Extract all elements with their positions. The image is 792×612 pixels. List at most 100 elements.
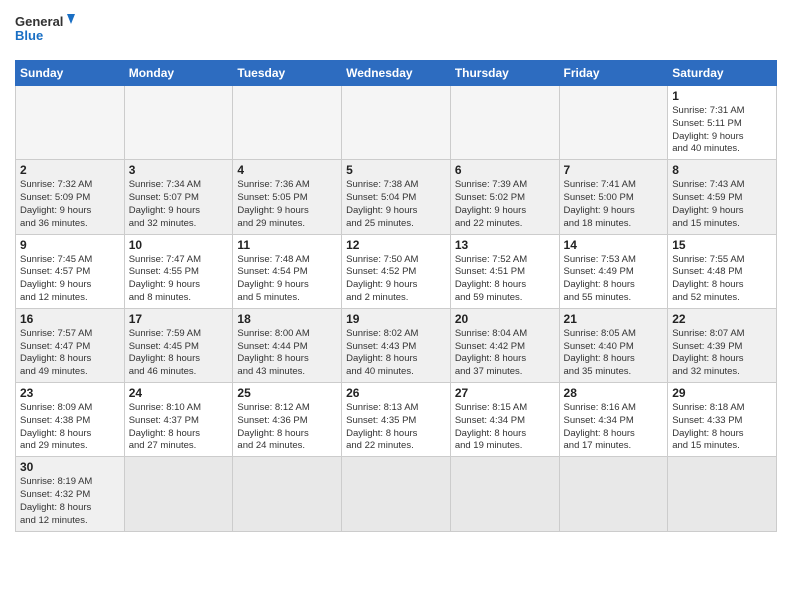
calendar-cell: 28 Sunrise: 8:16 AM Sunset: 4:34 PM Dayli… — [559, 383, 668, 457]
calendar-cell: 22 Sunrise: 8:07 AM Sunset: 4:39 PM Dayli… — [668, 308, 777, 382]
day-info: Sunrise: 8:00 AM Sunset: 4:44 PM Dayligh… — [237, 328, 337, 379]
day-info: Sunrise: 8:13 AM Sunset: 4:35 PM Dayligh… — [346, 402, 446, 453]
week-row-2: 2 Sunrise: 7:32 AM Sunset: 5:09 PM Daylig… — [16, 160, 777, 234]
day-info: Sunrise: 8:12 AM Sunset: 4:36 PM Dayligh… — [237, 402, 337, 453]
day-info: Sunrise: 8:02 AM Sunset: 4:43 PM Dayligh… — [346, 328, 446, 379]
calendar-cell: 2 Sunrise: 7:32 AM Sunset: 5:09 PM Daylig… — [16, 160, 125, 234]
calendar-cell — [450, 86, 559, 160]
calendar-cell: 10Sunrise: 7:47 AM Sunset: 4:55 PM Dayli… — [124, 234, 233, 308]
day-info: Sunrise: 8:18 AM Sunset: 4:33 PM Dayligh… — [672, 402, 772, 453]
page: General Blue SundayMondayTuesdayWednesda… — [0, 0, 792, 612]
day-info: Sunrise: 7:47 AM Sunset: 4:55 PM Dayligh… — [129, 254, 229, 305]
svg-text:General: General — [15, 14, 63, 29]
calendar-cell: 8Sunrise: 7:43 AM Sunset: 4:59 PM Daylig… — [668, 160, 777, 234]
calendar-cell — [559, 457, 668, 531]
day-number: 24 — [129, 386, 229, 400]
day-info: Sunrise: 8:07 AM Sunset: 4:39 PM Dayligh… — [672, 328, 772, 379]
logo-svg: General Blue — [15, 10, 75, 52]
day-info: Sunrise: 7:48 AM Sunset: 4:54 PM Dayligh… — [237, 254, 337, 305]
day-number: 25 — [237, 386, 337, 400]
calendar-cell: 17 Sunrise: 7:59 AM Sunset: 4:45 PM Dayli… — [124, 308, 233, 382]
day-number: 17 — [129, 312, 229, 326]
day-number: 14 — [564, 238, 664, 252]
day-info: Sunrise: 7:55 AM Sunset: 4:48 PM Dayligh… — [672, 254, 772, 305]
day-number: 4 — [237, 163, 337, 177]
week-row-5: 23 Sunrise: 8:09 AM Sunset: 4:38 PM Dayli… — [16, 383, 777, 457]
day-info: Sunrise: 8:19 AM Sunset: 4:32 PM Dayligh… — [20, 476, 120, 527]
calendar-cell: 29Sunrise: 8:18 AM Sunset: 4:33 PM Dayli… — [668, 383, 777, 457]
calendar-cell: 25 Sunrise: 8:12 AM Sunset: 4:36 PM Dayli… — [233, 383, 342, 457]
day-number: 7 — [564, 163, 664, 177]
week-row-1: 1 Sunrise: 7:31 AM Sunset: 5:11 PM Daylig… — [16, 86, 777, 160]
calendar-cell — [450, 457, 559, 531]
day-number: 16 — [20, 312, 120, 326]
calendar-cell: 30 Sunrise: 8:19 AM Sunset: 4:32 PM Dayli… — [16, 457, 125, 531]
calendar-cell — [124, 86, 233, 160]
calendar-cell: 21 Sunrise: 8:05 AM Sunset: 4:40 PM Dayli… — [559, 308, 668, 382]
weekday-header-friday: Friday — [559, 61, 668, 86]
day-info: Sunrise: 7:36 AM Sunset: 5:05 PM Dayligh… — [237, 179, 337, 230]
weekday-header-monday: Monday — [124, 61, 233, 86]
day-info: Sunrise: 8:04 AM Sunset: 4:42 PM Dayligh… — [455, 328, 555, 379]
day-info: Sunrise: 8:16 AM Sunset: 4:34 PM Dayligh… — [564, 402, 664, 453]
day-info: Sunrise: 8:09 AM Sunset: 4:38 PM Dayligh… — [20, 402, 120, 453]
calendar-cell: 9 Sunrise: 7:45 AM Sunset: 4:57 PM Daylig… — [16, 234, 125, 308]
day-number: 9 — [20, 238, 120, 252]
day-number: 21 — [564, 312, 664, 326]
calendar-cell — [233, 457, 342, 531]
calendar-cell: 27Sunrise: 8:15 AM Sunset: 4:34 PM Dayli… — [450, 383, 559, 457]
calendar-cell: 3 Sunrise: 7:34 AM Sunset: 5:07 PM Daylig… — [124, 160, 233, 234]
day-number: 28 — [564, 386, 664, 400]
day-info: Sunrise: 7:53 AM Sunset: 4:49 PM Dayligh… — [564, 254, 664, 305]
day-number: 20 — [455, 312, 555, 326]
calendar-cell: 16 Sunrise: 7:57 AM Sunset: 4:47 PM Dayli… — [16, 308, 125, 382]
calendar-cell: 24Sunrise: 8:10 AM Sunset: 4:37 PM Dayli… — [124, 383, 233, 457]
day-number: 11 — [237, 238, 337, 252]
logo: General Blue — [15, 10, 75, 52]
calendar-cell: 14 Sunrise: 7:53 AM Sunset: 4:49 PM Dayli… — [559, 234, 668, 308]
day-number: 1 — [672, 89, 772, 103]
day-info: Sunrise: 7:31 AM Sunset: 5:11 PM Dayligh… — [672, 105, 772, 156]
calendar-cell: 6Sunrise: 7:39 AM Sunset: 5:02 PM Daylig… — [450, 160, 559, 234]
day-info: Sunrise: 7:59 AM Sunset: 4:45 PM Dayligh… — [129, 328, 229, 379]
day-number: 8 — [672, 163, 772, 177]
calendar-cell: 12Sunrise: 7:50 AM Sunset: 4:52 PM Dayli… — [342, 234, 451, 308]
calendar-cell: 1 Sunrise: 7:31 AM Sunset: 5:11 PM Daylig… — [668, 86, 777, 160]
calendar-cell — [233, 86, 342, 160]
svg-text:Blue: Blue — [15, 28, 43, 43]
day-number: 30 — [20, 460, 120, 474]
day-info: Sunrise: 7:34 AM Sunset: 5:07 PM Dayligh… — [129, 179, 229, 230]
calendar-cell — [668, 457, 777, 531]
day-number: 3 — [129, 163, 229, 177]
calendar-cell — [342, 86, 451, 160]
day-info: Sunrise: 7:45 AM Sunset: 4:57 PM Dayligh… — [20, 254, 120, 305]
calendar-cell: 13Sunrise: 7:52 AM Sunset: 4:51 PM Dayli… — [450, 234, 559, 308]
day-info: Sunrise: 7:50 AM Sunset: 4:52 PM Dayligh… — [346, 254, 446, 305]
calendar-cell: 11 Sunrise: 7:48 AM Sunset: 4:54 PM Dayli… — [233, 234, 342, 308]
weekday-header-thursday: Thursday — [450, 61, 559, 86]
day-number: 2 — [20, 163, 120, 177]
calendar-cell — [16, 86, 125, 160]
day-info: Sunrise: 8:05 AM Sunset: 4:40 PM Dayligh… — [564, 328, 664, 379]
day-info: Sunrise: 7:32 AM Sunset: 5:09 PM Dayligh… — [20, 179, 120, 230]
calendar-cell: 18Sunrise: 8:00 AM Sunset: 4:44 PM Dayli… — [233, 308, 342, 382]
calendar-cell: 23 Sunrise: 8:09 AM Sunset: 4:38 PM Dayli… — [16, 383, 125, 457]
calendar-cell — [124, 457, 233, 531]
calendar-cell: 15Sunrise: 7:55 AM Sunset: 4:48 PM Dayli… — [668, 234, 777, 308]
day-number: 5 — [346, 163, 446, 177]
day-number: 26 — [346, 386, 446, 400]
day-info: Sunrise: 7:39 AM Sunset: 5:02 PM Dayligh… — [455, 179, 555, 230]
calendar-cell: 7 Sunrise: 7:41 AM Sunset: 5:00 PM Daylig… — [559, 160, 668, 234]
day-number: 23 — [20, 386, 120, 400]
calendar-cell: 5Sunrise: 7:38 AM Sunset: 5:04 PM Daylig… — [342, 160, 451, 234]
day-number: 19 — [346, 312, 446, 326]
weekday-header-saturday: Saturday — [668, 61, 777, 86]
day-info: Sunrise: 7:41 AM Sunset: 5:00 PM Dayligh… — [564, 179, 664, 230]
calendar: SundayMondayTuesdayWednesdayThursdayFrid… — [15, 60, 777, 532]
day-info: Sunrise: 7:57 AM Sunset: 4:47 PM Dayligh… — [20, 328, 120, 379]
week-row-4: 16 Sunrise: 7:57 AM Sunset: 4:47 PM Dayli… — [16, 308, 777, 382]
day-number: 22 — [672, 312, 772, 326]
weekday-header-row: SundayMondayTuesdayWednesdayThursdayFrid… — [16, 61, 777, 86]
calendar-cell — [559, 86, 668, 160]
weekday-header-wednesday: Wednesday — [342, 61, 451, 86]
